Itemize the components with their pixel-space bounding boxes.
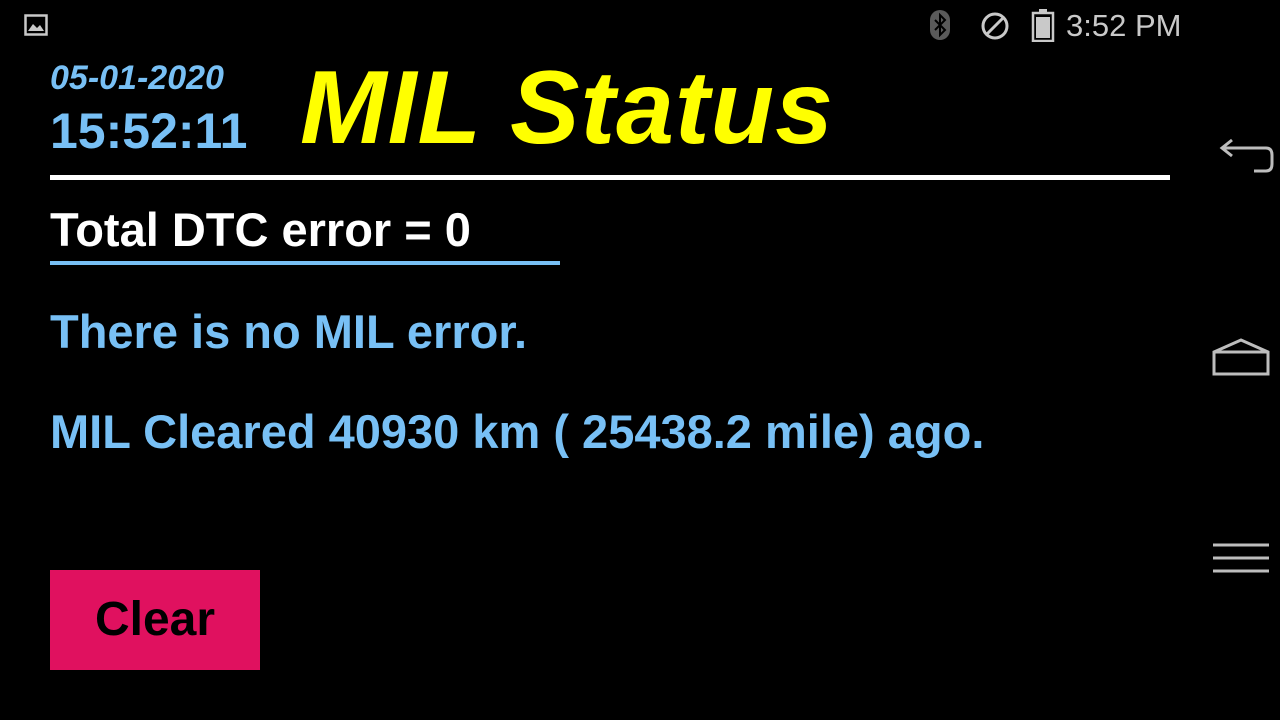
back-icon[interactable]	[1210, 138, 1274, 185]
mil-status-message: There is no MIL error.	[50, 305, 528, 358]
dtc-underline	[50, 261, 560, 265]
clear-button[interactable]: Clear	[50, 570, 260, 670]
mil-cleared-distance: MIL Cleared 40930 km ( 25438.2 mile) ago…	[50, 405, 985, 458]
header-divider	[50, 175, 1170, 180]
date-label: 05-01-2020	[50, 59, 224, 97]
navigation-bar	[1200, 50, 1280, 720]
status-bar: 3:52 PM	[0, 0, 1200, 50]
page-title: MIL Status	[300, 50, 834, 166]
menu-icon[interactable]	[1212, 540, 1270, 581]
time-label: 15:52:11	[50, 103, 248, 159]
battery-icon	[1030, 8, 1056, 43]
home-icon[interactable]	[1212, 338, 1270, 381]
bluetooth-icon	[928, 10, 952, 40]
dtc-total-label: Total DTC error = 0	[50, 203, 471, 256]
do-not-disturb-icon	[980, 11, 1010, 41]
gallery-icon	[24, 14, 48, 36]
status-clock: 3:52 PM	[1066, 8, 1182, 43]
